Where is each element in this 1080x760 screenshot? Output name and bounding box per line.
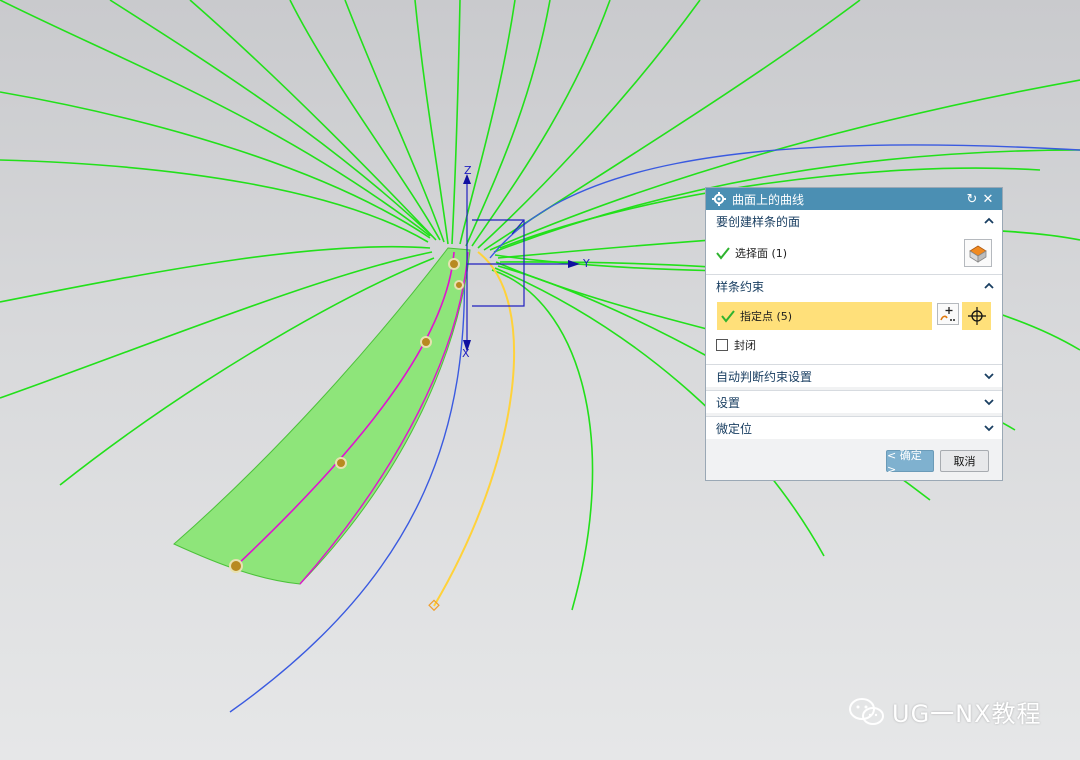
section-face-title: 要创建样条的面 — [716, 214, 801, 229]
section-settings-title: 设置 — [716, 395, 741, 410]
spline-point-1 — [448, 258, 460, 270]
crosshair-icon[interactable] — [962, 302, 991, 330]
section-face-header[interactable]: 要创建样条的面 — [706, 210, 1002, 232]
dialog-title-bar[interactable]: 曲面上的曲线 ↻ ✕ — [706, 188, 1002, 210]
chevron-down-icon[interactable] — [984, 371, 994, 381]
section-constraint-header[interactable]: 样条约束 — [706, 274, 1002, 297]
curve-on-surface-dialog: 曲面上的曲线 ↻ ✕ 要创建样条的面 选择面 (1) 样条约束 指定点 (5) … — [705, 187, 1003, 481]
cancel-button[interactable]: 取消 — [940, 450, 989, 472]
closed-checkbox[interactable] — [716, 339, 728, 351]
wechat-icon — [848, 696, 886, 728]
section-fine-title: 微定位 — [716, 421, 753, 436]
point-dialog-icon[interactable] — [937, 303, 959, 325]
chevron-down-icon[interactable] — [984, 397, 994, 407]
gear-icon[interactable] — [712, 192, 726, 206]
spline-point-5 — [229, 559, 243, 573]
face-selection-icon[interactable] — [964, 239, 992, 267]
dialog-title: 曲面上的曲线 — [732, 192, 805, 207]
green-surface[interactable] — [173, 247, 471, 585]
close-icon[interactable]: ✕ — [980, 192, 996, 207]
chevron-up-icon[interactable] — [984, 281, 994, 291]
section-constraint: 样条约束 指定点 (5) 封闭 — [706, 274, 1002, 364]
section-settings-header[interactable]: 设置 — [706, 390, 1002, 413]
specify-point-label: 指定点 (5) — [740, 310, 793, 323]
z-axis-label: Z — [464, 164, 472, 177]
closed-label: 封闭 — [734, 339, 756, 352]
closed-checkbox-row[interactable]: 封闭 — [706, 336, 766, 354]
section-constraint-title: 样条约束 — [716, 279, 765, 294]
x-axis-label: X — [462, 347, 470, 360]
checkmark-icon — [721, 309, 735, 323]
watermark: UG一NX教程 — [848, 694, 1042, 729]
select-face-row[interactable]: 选择面 (1) — [706, 232, 1002, 274]
spline-point-2 — [454, 280, 464, 290]
section-auto-title: 自动判断约束设置 — [716, 369, 813, 384]
watermark-text: UG一NX教程 — [892, 700, 1042, 728]
chevron-down-icon[interactable] — [984, 423, 994, 433]
ok-button[interactable]: < 确定 > — [886, 449, 934, 476]
checkmark-icon — [716, 246, 730, 260]
select-face-label: 选择面 (1) — [735, 247, 788, 260]
section-auto-header[interactable]: 自动判断约束设置 — [706, 364, 1002, 387]
reset-icon[interactable]: ↻ — [964, 192, 980, 207]
section-fine-header[interactable]: 微定位 — [706, 416, 1002, 439]
specify-point-row[interactable]: 指定点 (5) — [717, 302, 932, 330]
y-axis-label: Y — [583, 257, 590, 270]
y-arrow-icon — [568, 260, 580, 268]
spline-point-3 — [420, 336, 432, 348]
spline-point-4 — [335, 457, 347, 469]
chevron-up-icon[interactable] — [984, 216, 994, 226]
